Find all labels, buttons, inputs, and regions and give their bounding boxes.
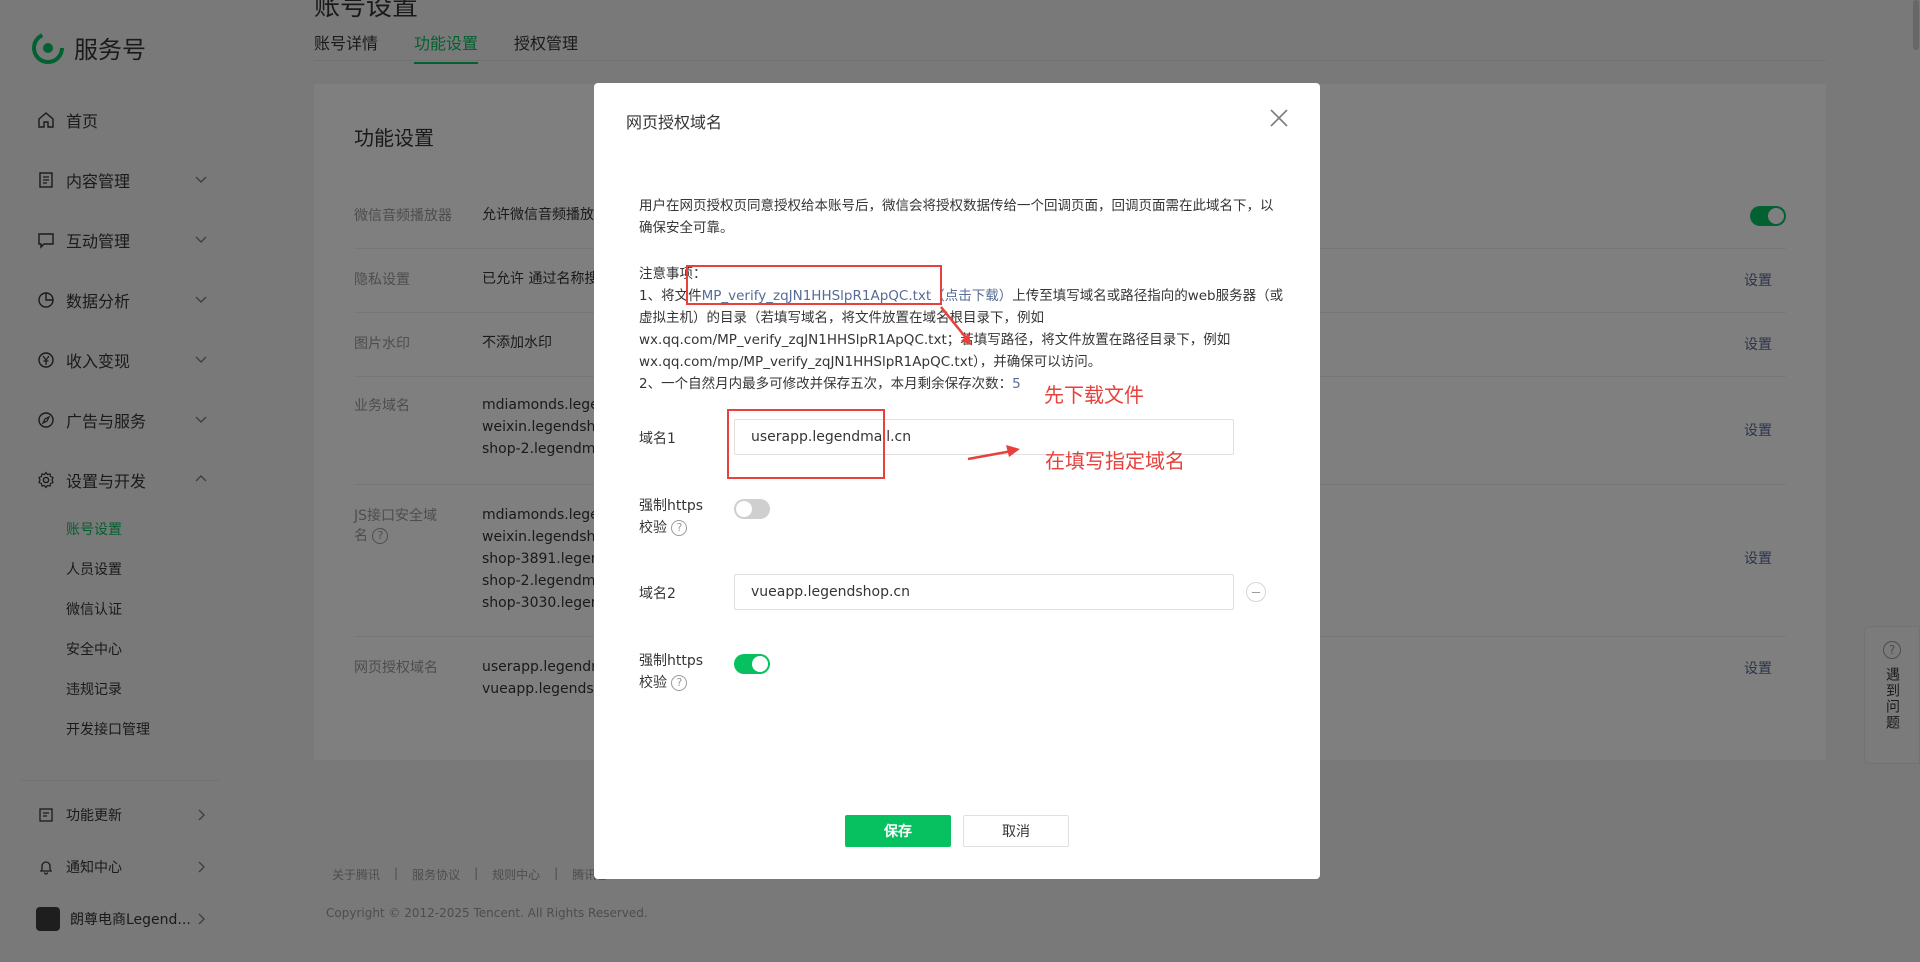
toggle-switch — [734, 499, 770, 519]
annotation-download-hint: 先下载文件 — [1044, 383, 1144, 407]
annotation-box-download — [686, 265, 942, 305]
annotation-fill-hint: 在填写指定域名 — [1045, 449, 1185, 473]
notice-2-text: 2、一个自然月内最多可修改并保存五次，本月剩余保存次数： — [639, 376, 1013, 392]
minus-icon — [1252, 591, 1260, 593]
https1-label: 强制https 校验 ? — [639, 495, 703, 539]
notice-item-2: 2、一个自然月内最多可修改并保存五次，本月剩余保存次数：5 — [639, 373, 1284, 395]
save-button[interactable]: 保存 — [845, 815, 951, 847]
domain2-label: 域名2 — [639, 586, 676, 602]
https2-sub-text: 校验 — [639, 675, 667, 691]
https2-label-line: 强制https — [639, 653, 704, 669]
https1-sub-text: 校验 — [639, 520, 667, 536]
https2-label: 强制https 校验 ? — [639, 650, 703, 694]
https1-toggle[interactable] — [734, 499, 770, 523]
dialog-title: 网页授权域名 — [626, 113, 723, 132]
remaining-saves-count: 5 — [1012, 376, 1021, 392]
https1-label-line: 强制https — [639, 498, 704, 514]
help-icon[interactable]: ? — [671, 520, 688, 536]
cancel-button[interactable]: 取消 — [963, 815, 1069, 847]
https2-sub-line: 校验 ? — [639, 672, 703, 694]
domain1-label: 域名1 — [639, 431, 676, 447]
help-icon[interactable]: ? — [671, 675, 688, 691]
dialog-description: 用户在网页授权页同意授权给本账号后，微信会将授权数据传给一个回调页面，回调页面需… — [639, 198, 1274, 236]
https2-toggle[interactable] — [734, 654, 770, 678]
toggle-switch — [734, 654, 770, 674]
annotation-box-domain — [727, 409, 885, 479]
https1-sub-line: 校验 ? — [639, 517, 703, 539]
annotation-arrow-icon — [940, 306, 971, 345]
domain2-input[interactable] — [734, 574, 1234, 610]
close-icon[interactable] — [1268, 107, 1290, 129]
web-auth-domain-dialog: 网页授权域名 用户在网页授权页同意授权给本账号后，微信会将授权数据传给一个回调页… — [594, 83, 1320, 879]
annotation-arrow-icon — [967, 445, 1020, 461]
remove-domain2-button[interactable] — [1246, 582, 1266, 602]
